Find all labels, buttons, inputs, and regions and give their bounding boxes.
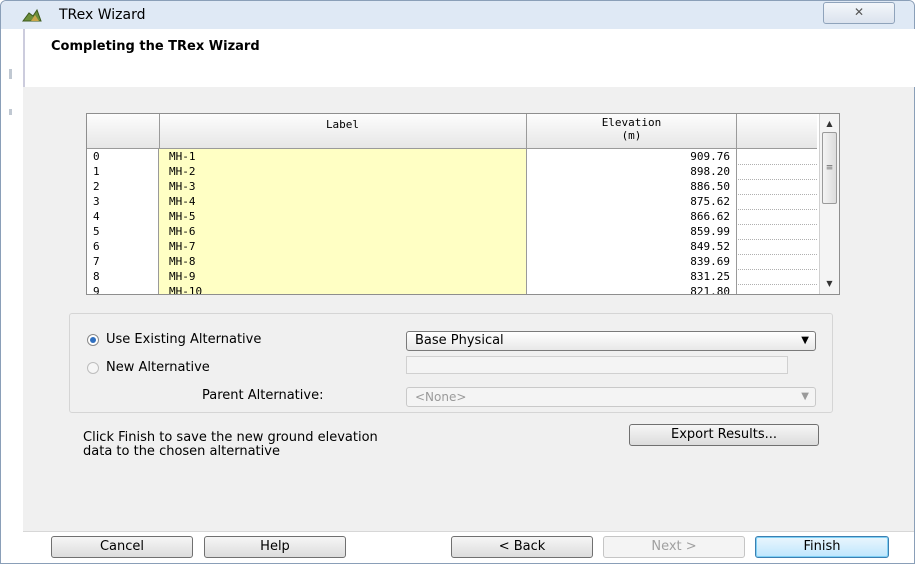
row-label-cell[interactable]: MH-9: [159, 269, 527, 284]
row-index-cell[interactable]: 6: [87, 239, 159, 254]
use-existing-radio[interactable]: [87, 334, 99, 346]
table-row[interactable]: 5 MH-6 859.99: [87, 224, 817, 240]
row-label-cell[interactable]: MH-4: [159, 194, 527, 209]
row-elevation-cell[interactable]: 849.52: [527, 239, 737, 254]
new-alternative-radio[interactable]: [87, 362, 99, 374]
existing-alternative-value: Base Physical: [415, 333, 504, 348]
info-message: Click Finish to save the new ground elev…: [83, 430, 378, 459]
parent-alternative-value: <None>: [415, 390, 467, 404]
table-vertical-scrollbar[interactable]: ▲ ≡ ▼: [819, 114, 839, 294]
scroll-up-icon[interactable]: ▲: [820, 116, 839, 132]
use-existing-label[interactable]: Use Existing Alternative: [106, 332, 261, 347]
row-label-cell[interactable]: MH-5: [159, 209, 527, 224]
table-header: Label Elevation (m): [87, 114, 817, 149]
row-label-cell[interactable]: MH-2: [159, 164, 527, 179]
row-label-cell[interactable]: MH-8: [159, 254, 527, 269]
row-index-cell[interactable]: 1: [87, 164, 159, 179]
row-elevation-cell[interactable]: 875.62: [527, 194, 737, 209]
info-text: Click Finish to save the new ground elev…: [83, 431, 553, 459]
elevation-table: Label Elevation (m) 0 MH-1 909.76 1 MH-2 898.…: [86, 113, 840, 295]
table-row[interactable]: 3 MH-4 875.62: [87, 194, 817, 210]
row-index-cell[interactable]: 3: [87, 194, 159, 209]
new-alternative-input[interactable]: [406, 356, 788, 374]
column-header-label[interactable]: Label: [159, 114, 527, 148]
title-bar[interactable]: TRex Wizard ✕: [1, 1, 914, 30]
column-header-index[interactable]: [87, 114, 160, 148]
trex-app-icon: [22, 8, 42, 22]
export-results-button[interactable]: Export Results...: [629, 424, 819, 446]
table-row[interactable]: 6 MH-7 849.52: [87, 239, 817, 255]
edge-mark: [9, 69, 12, 79]
row-index-cell[interactable]: 9: [87, 284, 159, 294]
left-edge-strip: [1, 29, 23, 563]
help-button[interactable]: Help: [204, 536, 346, 558]
wizard-header: Completing the TRex Wizard: [23, 29, 915, 87]
row-label-cell[interactable]: MH-1: [159, 149, 527, 164]
back-button[interactable]: < Back: [451, 536, 593, 558]
table-row[interactable]: 2 MH-3 886.50: [87, 179, 817, 195]
table-row[interactable]: 7 MH-8 839.69: [87, 254, 817, 270]
row-index-cell[interactable]: 0: [87, 149, 159, 164]
scroll-down-icon[interactable]: ▼: [820, 276, 839, 292]
row-index-cell[interactable]: 5: [87, 224, 159, 239]
row-elevation-cell[interactable]: 821.80: [527, 284, 737, 294]
row-index-cell[interactable]: 8: [87, 269, 159, 284]
row-index-cell[interactable]: 2: [87, 179, 159, 194]
row-index-cell[interactable]: 4: [87, 209, 159, 224]
next-button[interactable]: Next >: [603, 536, 745, 558]
row-label-cell[interactable]: MH-3: [159, 179, 527, 194]
window-title: TRex Wizard: [59, 7, 146, 23]
column-header-elevation[interactable]: Elevation (m): [527, 114, 737, 148]
row-elevation-cell[interactable]: 839.69: [527, 254, 737, 269]
parent-alternative-label: Parent Alternative:: [202, 388, 324, 403]
close-button[interactable]: ✕: [823, 2, 895, 24]
footer-separator: [23, 531, 914, 532]
table-row[interactable]: 8 MH-9 831.25: [87, 269, 817, 285]
row-label-cell[interactable]: MH-10: [159, 284, 527, 294]
table-row[interactable]: 9 MH-10 821.80: [87, 284, 817, 294]
table-row[interactable]: 1 MH-2 898.20: [87, 164, 817, 180]
close-icon: ✕: [853, 5, 865, 19]
edge-mark: [9, 109, 12, 115]
column-header-empty: [737, 114, 817, 148]
row-label-cell[interactable]: MH-6: [159, 224, 527, 239]
existing-alternative-select[interactable]: Base Physical ▼: [406, 331, 816, 351]
table-row[interactable]: 4 MH-5 866.62: [87, 209, 817, 225]
row-elevation-cell[interactable]: 898.20: [527, 164, 737, 179]
cancel-button[interactable]: Cancel: [51, 536, 193, 558]
row-elevation-cell[interactable]: 886.50: [527, 179, 737, 194]
row-elevation-cell[interactable]: 831.25: [527, 269, 737, 284]
chevron-down-icon: ▼: [801, 335, 809, 346]
wizard-window: TRex Wizard ✕ Completing the TRex Wizard…: [0, 0, 915, 564]
row-elevation-cell[interactable]: 909.76: [527, 149, 737, 164]
new-alternative-label[interactable]: New Alternative: [106, 360, 210, 375]
page-title: Completing the TRex Wizard: [51, 39, 260, 54]
parent-alternative-select[interactable]: <None> ▼: [406, 387, 816, 407]
table-row[interactable]: 0 MH-1 909.76: [87, 149, 817, 165]
finish-button[interactable]: Finish: [755, 536, 889, 558]
row-index-cell[interactable]: 7: [87, 254, 159, 269]
chevron-down-icon: ▼: [801, 391, 809, 402]
scroll-thumb[interactable]: ≡: [822, 132, 837, 204]
row-elevation-cell[interactable]: 859.99: [527, 224, 737, 239]
row-label-cell[interactable]: MH-7: [159, 239, 527, 254]
row-elevation-cell[interactable]: 866.62: [527, 209, 737, 224]
alternative-group: Use Existing Alternative Base Physical ▼…: [69, 313, 833, 413]
